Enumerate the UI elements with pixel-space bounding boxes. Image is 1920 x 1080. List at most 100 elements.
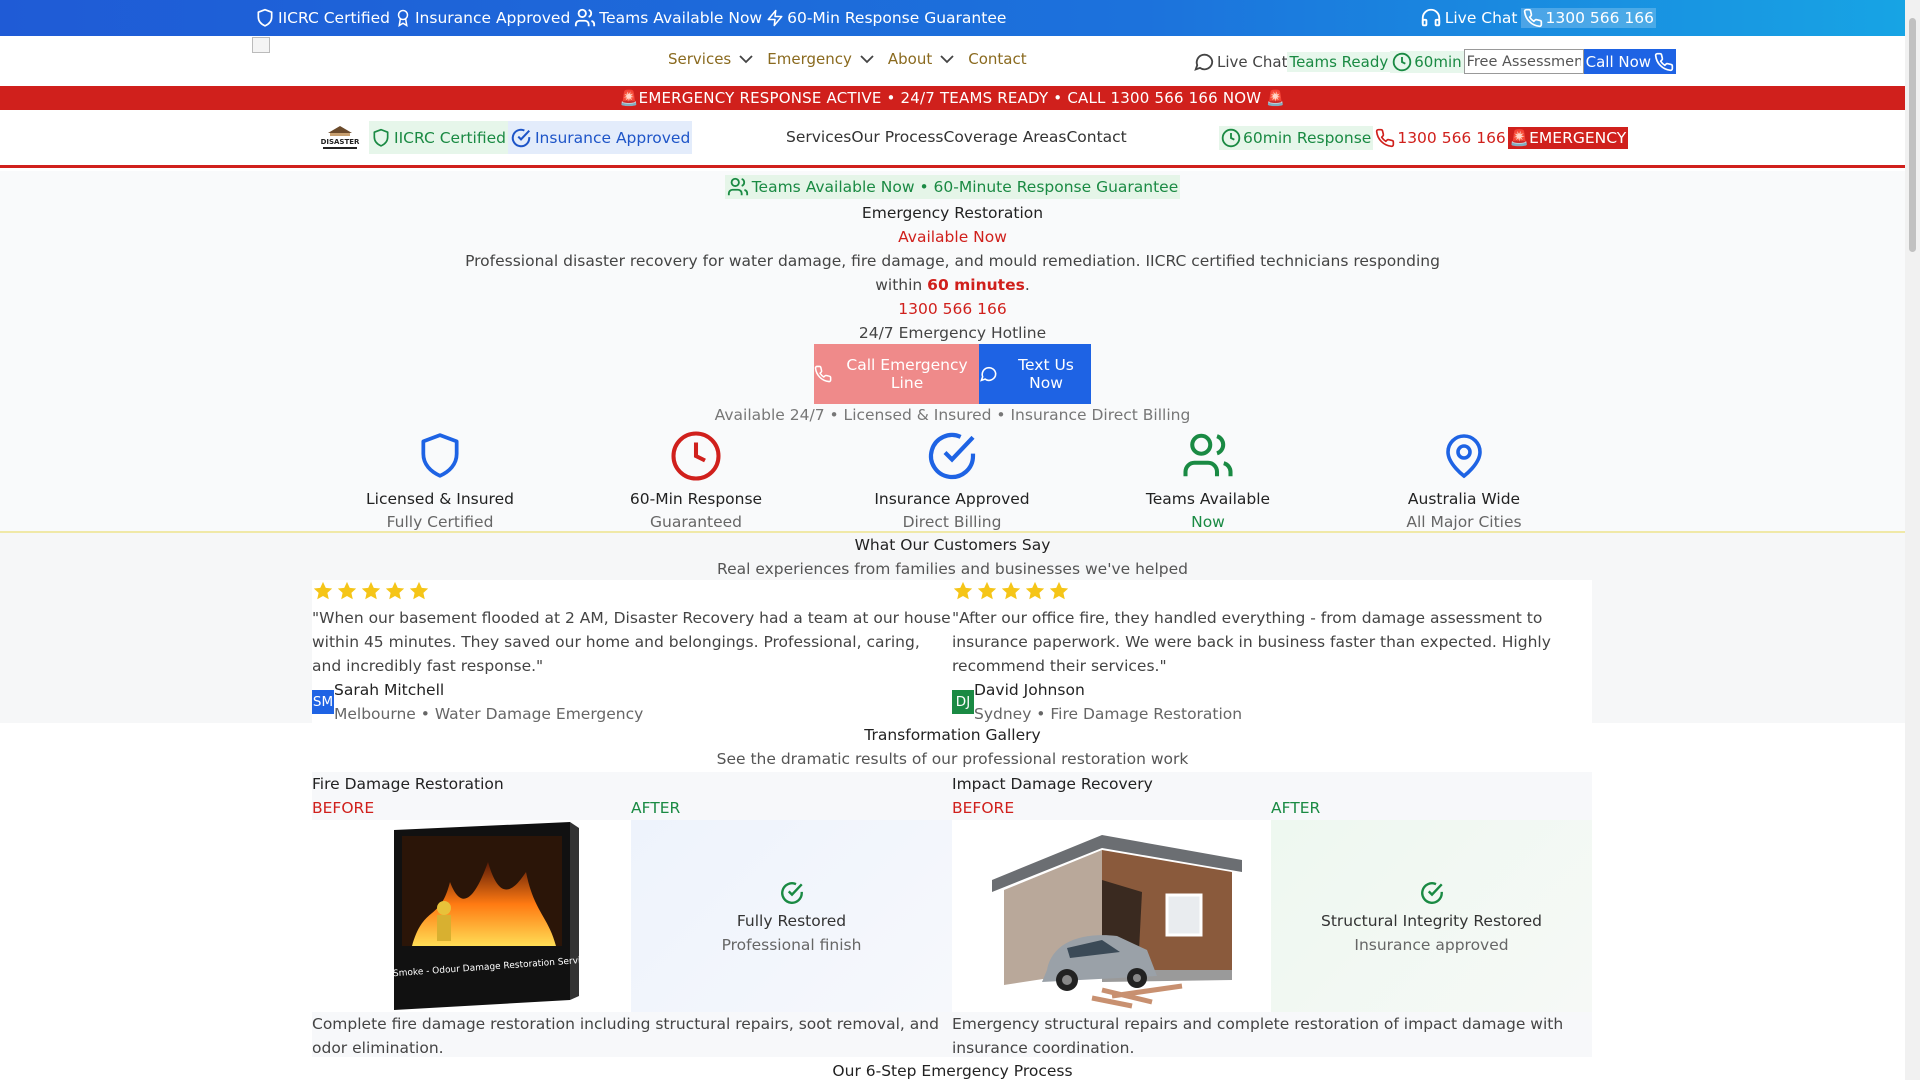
phone-icon	[1523, 8, 1542, 28]
feature-licensed: Licensed & Insured Fully Certified	[340, 428, 540, 531]
map-pin-icon	[1446, 434, 1482, 479]
menu-item-services[interactable]: Services	[668, 50, 753, 68]
gallery-card-description: Complete fire damage restoration includi…	[312, 1015, 939, 1057]
topbar-insurance-label: Insurance Approved	[414, 9, 571, 27]
main-menu: Services Emergency About Contact	[668, 50, 1027, 68]
users-icon	[575, 8, 596, 27]
link-services[interactable]: Services	[786, 128, 851, 146]
call-emergency-line-button[interactable]: Call Emergency Line	[814, 344, 979, 404]
brand-logo[interactable]: DISASTER	[320, 124, 360, 152]
after-panel: Structural Integrity Restored Insurance …	[1271, 820, 1592, 1012]
feature-response: 60-Min Response Guaranteed	[596, 428, 796, 531]
feature-title: 60-Min Response	[629, 490, 763, 508]
feature-title: Insurance Approved	[874, 490, 1030, 508]
insurance-badge-label: Insurance Approved	[534, 128, 691, 147]
check-circle-icon	[511, 128, 531, 147]
nav-actions: Live Chat Teams Ready 60min Call Now	[1193, 49, 1677, 74]
after-label: AFTER	[1271, 799, 1321, 817]
rating-stars	[312, 580, 952, 604]
before-image	[952, 820, 1271, 1012]
feature-subtitle: Fully Certified	[386, 513, 494, 531]
topbar-guarantee-label: 60-Min Response Guarantee	[787, 9, 1007, 27]
users-icon	[1183, 433, 1233, 477]
gallery-heading: Transformation Gallery	[864, 726, 1041, 744]
message-circle-icon	[980, 366, 997, 382]
menu-item-contact[interactable]: Contact	[968, 50, 1026, 68]
avatar: DJ	[952, 690, 974, 714]
hero-cta-buttons: Call Emergency Line Text Us Now	[814, 344, 1091, 404]
response-time-badge: 60min	[1390, 50, 1464, 73]
topbar-live-chat[interactable]: Live Chat	[1420, 7, 1518, 29]
star-icon	[1025, 581, 1045, 600]
teams-available-pill-label: Teams Available Now • 60-Minute Response…	[751, 178, 1179, 196]
feature-subtitle: Now	[1191, 513, 1225, 531]
author-name: David Johnson	[974, 681, 1085, 699]
star-icon	[1049, 581, 1069, 600]
emergency-button[interactable]: 🚨EMERGENCY	[1507, 127, 1629, 149]
topbar-insurance: Insurance Approved	[394, 7, 570, 29]
feature-subtitle: All Major Cities	[1406, 513, 1522, 531]
star-icon	[977, 581, 997, 600]
testimonials-section: What Our Customers Say Real experiences …	[0, 533, 1905, 723]
star-icon	[409, 581, 429, 600]
gallery-subheading: See the dramatic results of our professi…	[716, 750, 1189, 768]
nav-live-chat-button[interactable]: Live Chat	[1193, 51, 1287, 73]
feature-title: Teams Available	[1145, 490, 1271, 508]
zap-icon	[767, 9, 783, 27]
topbar-live-chat-label: Live Chat	[1444, 9, 1518, 27]
after-title: Fully Restored	[736, 912, 847, 930]
before-label: BEFORE	[312, 799, 375, 817]
gallery-card-title: Fire Damage Restoration	[312, 775, 504, 793]
insurance-badge: Insurance Approved	[507, 121, 693, 154]
before-image: Fire - Smoke - Odour Damage Restoration …	[312, 820, 631, 1012]
emergency-alert-banner: 🚨EMERGENCY RESPONSE ACTIVE • 24/7 TEAMS …	[0, 86, 1905, 110]
feature-teams: Teams Available Now	[1108, 428, 1308, 531]
transformation-gallery: Transformation Gallery See the dramatic …	[0, 723, 1905, 1080]
fire-restoration-box-image: Fire - Smoke - Odour Damage Restoration …	[368, 822, 596, 1010]
feature-title: Licensed & Insured	[366, 490, 514, 508]
menu-item-contact-label: Contact	[968, 50, 1027, 68]
text-us-now-button[interactable]: Text Us Now	[979, 344, 1091, 404]
author-name: Sarah Mitchell	[334, 681, 445, 699]
shield-icon	[421, 433, 459, 478]
shield-icon	[257, 8, 273, 27]
star-icon	[337, 581, 357, 600]
topbar-teams: Teams Available Now	[574, 7, 762, 29]
hero-hotline-label: 24/7 Emergency Hotline	[858, 324, 1047, 342]
star-icon	[361, 581, 381, 600]
testimonials-subheading: Real experiences from families and busin…	[717, 560, 1188, 578]
feature-subtitle: Direct Billing	[902, 513, 1002, 531]
page-scrollbar[interactable]	[1905, 0, 1920, 1080]
hero-phone[interactable]: 1300 566 166	[0, 297, 1905, 321]
response-time-label: 60min	[1414, 52, 1462, 71]
call-now-button[interactable]: Call Now	[1583, 49, 1677, 74]
gallery-card: Impact Damage Recovery BEFORE AFTER Stru…	[952, 772, 1592, 1057]
certification-badges: IICRC Certified Insurance Approved	[369, 121, 693, 154]
broken-logo-image[interactable]	[252, 37, 270, 53]
topbar-iicrc: IICRC Certified	[255, 7, 390, 29]
testimonial-quote: "After our office fire, they handled eve…	[952, 609, 1551, 675]
clock-icon	[1393, 52, 1412, 71]
after-subtitle: Insurance approved	[1354, 936, 1509, 954]
scrollbar-thumb[interactable]	[1909, 18, 1916, 252]
testimonial-card: "When our basement flooded at 2 AM, Disa…	[312, 580, 952, 723]
link-coverage-areas[interactable]: Coverage Areas	[944, 128, 1067, 146]
topbar-phone-link[interactable]: 1300 566 166	[1520, 8, 1656, 28]
free-assessment-field[interactable]	[1463, 49, 1584, 74]
menu-item-services-label: Services	[668, 50, 732, 68]
brand-logo-text: DISASTER	[321, 138, 360, 146]
menu-item-emergency[interactable]: Emergency	[767, 50, 874, 68]
message-circle-icon	[1194, 53, 1214, 71]
menu-item-about[interactable]: About	[888, 50, 954, 68]
link-contact[interactable]: Contact	[1066, 128, 1126, 146]
testimonials-heading: What Our Customers Say	[854, 536, 1051, 554]
phone-link[interactable]: 1300 566 166	[1373, 128, 1507, 148]
link-our-process[interactable]: Our Process	[851, 128, 943, 146]
headset-icon	[1421, 8, 1440, 27]
response-badge-label: 60min Response	[1243, 129, 1372, 147]
check-circle-icon	[780, 882, 803, 904]
before-label: BEFORE	[952, 799, 1015, 817]
clock-icon	[671, 431, 721, 481]
gallery-card-description: Emergency structural repairs and complet…	[952, 1015, 1564, 1057]
phone-link-label: 1300 566 166	[1397, 129, 1506, 147]
